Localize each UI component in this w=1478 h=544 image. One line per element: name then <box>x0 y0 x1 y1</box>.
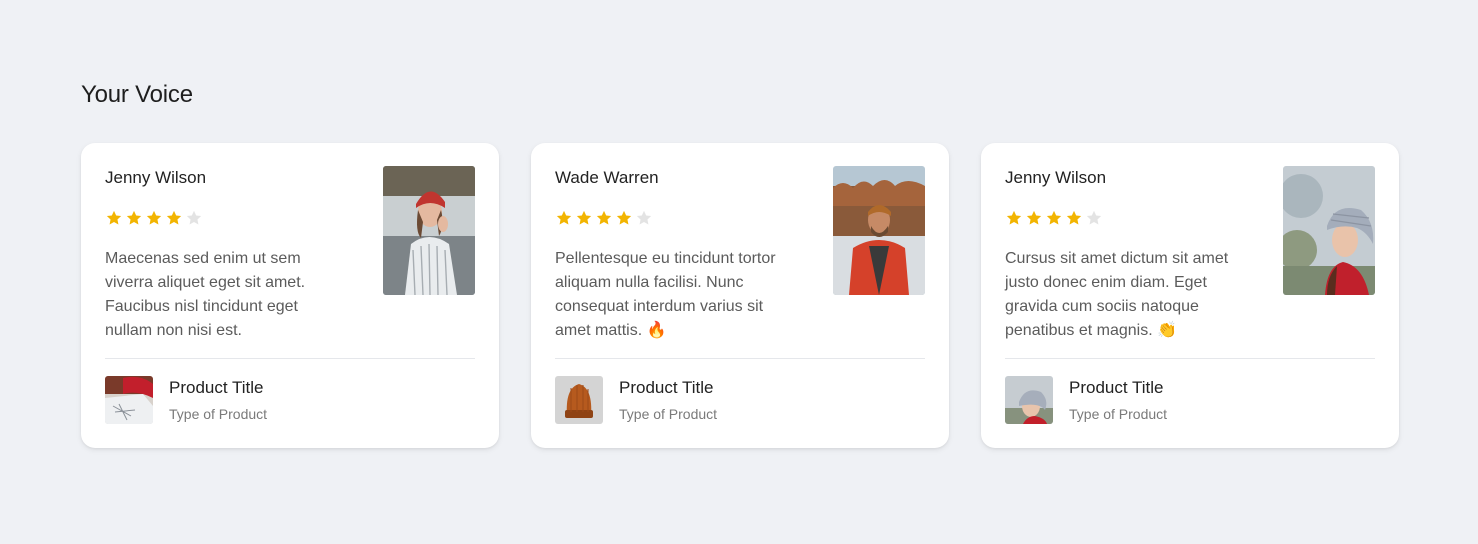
product-thumbnail[interactable] <box>105 376 153 424</box>
divider <box>555 358 925 359</box>
review-card[interactable]: Wade Warren Pellentesque eu tincidunt to… <box>531 143 949 448</box>
reviewer-name: Jenny Wilson <box>1005 168 1107 187</box>
emoji: 👏 <box>1157 322 1178 339</box>
review-card[interactable]: Jenny Wilson Maecenas sed enim ut sem vi… <box>81 143 499 448</box>
section-title: Your Voice <box>81 81 193 108</box>
star-empty-icon <box>635 209 653 227</box>
star-rating <box>555 209 653 227</box>
star-rating <box>1005 209 1103 227</box>
star-filled-icon <box>615 209 633 227</box>
product-title[interactable]: Product Title <box>619 378 714 398</box>
divider <box>1005 358 1375 359</box>
review-card[interactable]: Jenny Wilson Cursus sit amet dictum sit … <box>981 143 1399 448</box>
star-filled-icon <box>145 209 163 227</box>
reviewer-photo[interactable] <box>1283 166 1375 295</box>
star-empty-icon <box>1085 209 1103 227</box>
divider <box>105 358 475 359</box>
star-filled-icon <box>1005 209 1023 227</box>
star-rating <box>105 209 203 227</box>
reviewer-photo[interactable] <box>383 166 475 295</box>
product-type: Type of Product <box>619 406 718 422</box>
review-text: Pellentesque eu tincidunt tortor aliquam… <box>555 250 776 339</box>
review-text: Cursus sit amet dictum sit amet justo do… <box>1005 250 1229 339</box>
review-text: Maecenas sed enim ut sem viverra aliquet… <box>105 250 306 339</box>
star-filled-icon <box>1065 209 1083 227</box>
star-filled-icon <box>555 209 573 227</box>
star-filled-icon <box>1025 209 1043 227</box>
reviewer-photo[interactable] <box>833 166 925 295</box>
star-filled-icon <box>105 209 123 227</box>
product-title[interactable]: Product Title <box>1069 378 1164 398</box>
star-filled-icon <box>125 209 143 227</box>
review-cards: Jenny Wilson Maecenas sed enim ut sem vi… <box>81 143 1399 448</box>
product-type: Type of Product <box>169 406 268 422</box>
product-title[interactable]: Product Title <box>169 378 264 398</box>
product-type: Type of Product <box>1069 406 1168 422</box>
product-thumbnail[interactable] <box>1005 376 1053 424</box>
star-filled-icon <box>165 209 183 227</box>
star-filled-icon <box>1045 209 1063 227</box>
star-empty-icon <box>185 209 203 227</box>
emoji: 🔥 <box>646 322 667 339</box>
product-thumbnail[interactable] <box>555 376 603 424</box>
reviewer-name: Wade Warren <box>555 168 659 187</box>
star-filled-icon <box>595 209 613 227</box>
reviewer-name: Jenny Wilson <box>105 168 207 187</box>
star-filled-icon <box>575 209 593 227</box>
